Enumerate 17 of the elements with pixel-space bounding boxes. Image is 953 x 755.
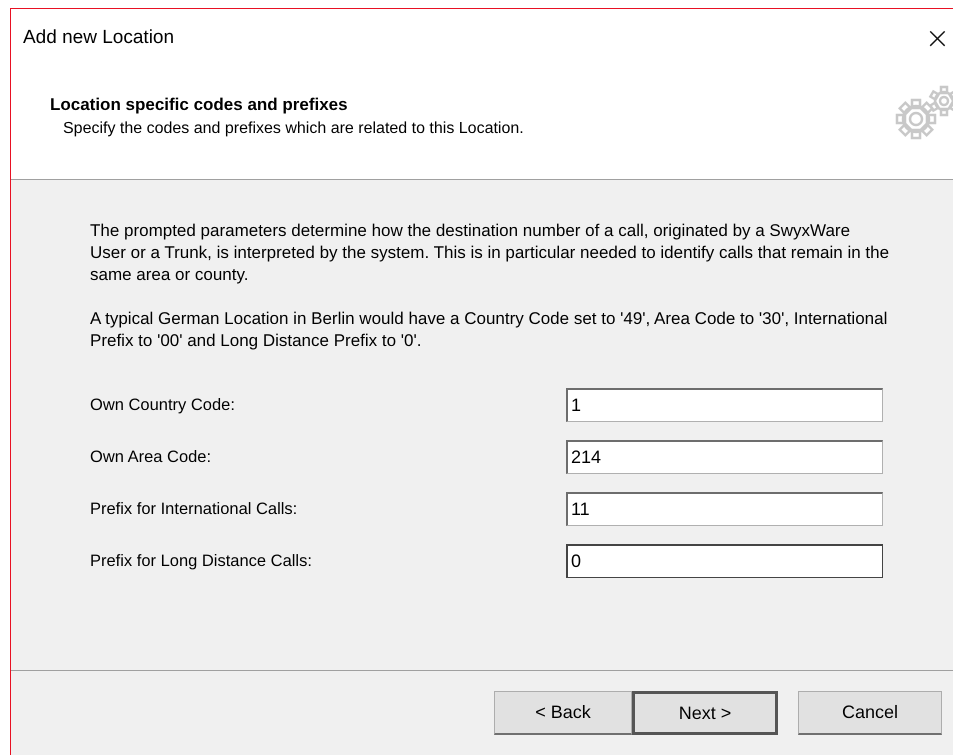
input-field[interactable]: 214: [566, 440, 883, 474]
description-text: A typical German Location in Berlin would have a Country Code set to '49', Area Code to '30', International Prefix to '00' and Long Distance Prefix to '0'.: [90, 308, 888, 352]
back-button[interactable]: < Back: [494, 691, 632, 735]
next-button[interactable]: Next >: [632, 691, 778, 735]
field-label: Prefix for International Calls:: [90, 500, 298, 518]
input-field[interactable]: 11: [566, 492, 883, 526]
header-title: Location specific codes and prefixes: [50, 95, 348, 115]
header-subtitle: Specify the codes and prefixes which are related to this Location.: [63, 120, 524, 138]
field-label: Own Country Code:: [90, 396, 236, 414]
input-field[interactable]: 0: [566, 544, 883, 578]
window-title: Add new Location: [23, 27, 174, 49]
close-button[interactable]: ×: [916, 20, 953, 56]
input-field[interactable]: 1: [566, 388, 883, 422]
cancel-button[interactable]: Cancel: [798, 691, 942, 735]
field-label: Prefix for Long Distance Calls:: [90, 552, 313, 570]
description-text: The prompted parameters determine how the destination number of a call, originated by a SwyxWare User or a Trunk, is interpreted by the system. This is in particular needed to identify calls that remain in the same area or county.: [90, 220, 890, 286]
field-label: Own Area Code:: [90, 448, 212, 466]
